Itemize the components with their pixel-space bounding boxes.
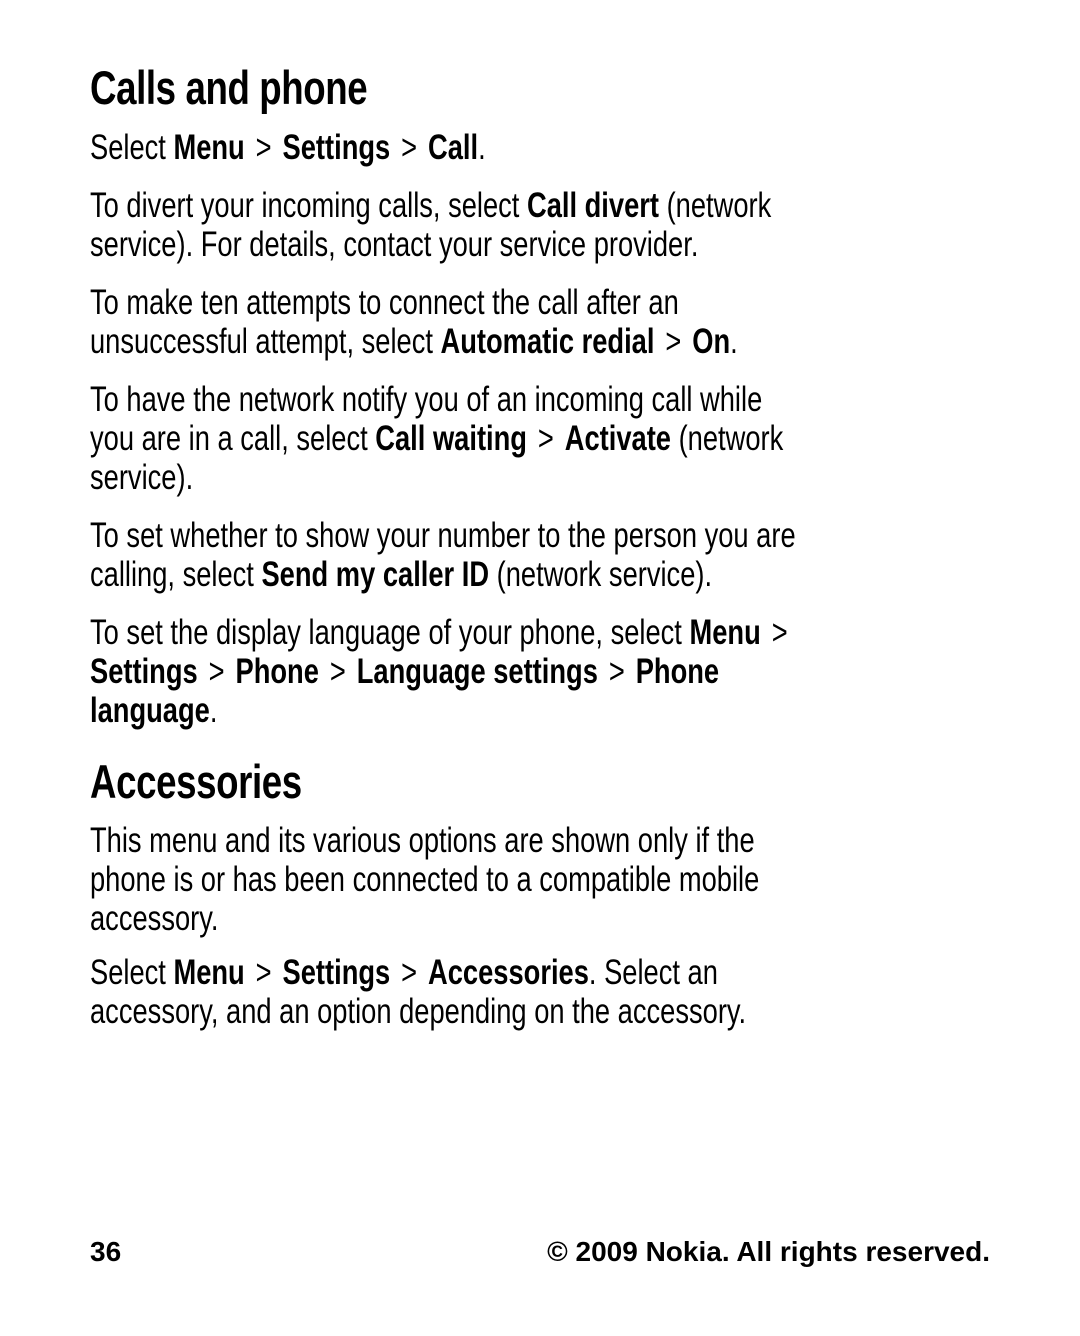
section-title-accessories: Accessories: [90, 755, 302, 808]
text-line: Select Menu > Settings > Call.: [90, 128, 486, 167]
paragraph: To have the network notify you of an inc…: [90, 380, 783, 497]
menu-command-label: Automatic redial: [440, 322, 655, 361]
paragraph: To set the display language of your phon…: [90, 613, 799, 730]
menu-command-label: Call divert: [526, 186, 659, 225]
paragraph: To set whether to show your number to th…: [90, 516, 796, 594]
menu-path-separator: >: [208, 652, 225, 691]
text-line: service).: [90, 458, 783, 497]
body-text: This menu and its various options are sh…: [90, 821, 755, 860]
menu-command-label: Settings: [282, 953, 391, 992]
menu-command-label: language: [90, 691, 210, 730]
text-line: service). For details, contact your serv…: [90, 225, 771, 264]
body-text: To have the network notify you of an inc…: [90, 380, 763, 419]
menu-command-label: Menu: [173, 953, 245, 992]
page-number: 36: [90, 1236, 122, 1267]
paragraph: To divert your incoming calls, select Ca…: [90, 186, 771, 264]
body-text: you are in a call, select: [90, 419, 376, 458]
menu-command-label: Menu: [689, 613, 761, 652]
body-text: calling, select: [90, 555, 262, 594]
menu-command-label: Settings: [282, 128, 391, 167]
body-text: unsuccessful attempt, select: [90, 322, 441, 361]
body-text: (network: [658, 186, 772, 225]
paragraph: This menu and its various options are sh…: [90, 821, 759, 938]
text-line: phone is or has been connected to a comp…: [90, 860, 759, 899]
menu-path-separator: >: [255, 128, 272, 167]
menu-path-separator: >: [401, 953, 418, 992]
text-line: To divert your incoming calls, select Ca…: [90, 186, 771, 225]
text-line: language.: [90, 691, 799, 730]
body-text: To divert your incoming calls, select: [90, 186, 527, 225]
body-text: Select: [90, 953, 174, 992]
text-line: To set the display language of your phon…: [90, 613, 799, 652]
body-text: accessory.: [90, 899, 219, 938]
body-text: (network: [670, 419, 784, 458]
body-text: . Select an: [588, 953, 718, 992]
menu-command-label: On: [692, 322, 731, 361]
text-line: To make ten attempts to connect the call…: [90, 283, 738, 322]
text-line: accessory, and an option depending on th…: [90, 992, 746, 1031]
menu-command-label: Menu: [173, 128, 245, 167]
text-line: you are in a call, select Call waiting > A…: [90, 419, 783, 458]
menu-path-separator: >: [665, 322, 682, 361]
body-text: service). For details, contact your serv…: [90, 225, 699, 264]
section-title-calls-and-phone: Calls and phone: [90, 61, 368, 114]
menu-command-label: Activate: [564, 419, 671, 458]
body-text: .: [209, 691, 218, 730]
text-line: calling, select Send my caller ID (netwo…: [90, 555, 796, 594]
text-line: To set whether to show your number to th…: [90, 516, 796, 555]
body-text: accessory, and an option depending on th…: [90, 992, 747, 1031]
body-text: To make ten attempts to connect the call…: [90, 283, 679, 322]
text-line: Select Menu > Settings > Accessories. Select…: [90, 953, 746, 992]
body-text: phone is or has been connected to a comp…: [90, 860, 760, 899]
menu-path-separator: >: [537, 419, 554, 458]
menu-path-separator: >: [329, 652, 346, 691]
menu-path-separator: >: [771, 613, 788, 652]
menu-command-label: Phone: [635, 652, 720, 691]
body-text: .: [730, 322, 738, 361]
body-text: service).: [90, 458, 194, 497]
text-line: To have the network notify you of an inc…: [90, 380, 783, 419]
copyright-notice: © 2009 Nokia. All rights reserved.: [547, 1236, 990, 1267]
menu-command-label: Phone: [235, 652, 319, 691]
paragraph: To make ten attempts to connect the call…: [90, 283, 738, 361]
paragraph: Select Menu > Settings > Call.: [90, 128, 486, 167]
body-text: To set whether to show your number to th…: [90, 516, 796, 555]
menu-command-label: Settings: [90, 652, 198, 691]
menu-path-separator: >: [608, 652, 625, 691]
body-text: To set the display language of your phon…: [90, 613, 690, 652]
menu-command-label: Language settings: [356, 652, 598, 691]
menu-command-label: Accessories: [428, 953, 589, 992]
menu-command-label: Send my caller ID: [261, 555, 490, 594]
menu-command-label: Call waiting: [375, 419, 527, 458]
body-text: Select: [90, 128, 174, 167]
text-line: accessory.: [90, 899, 759, 938]
text-line: This menu and its various options are sh…: [90, 821, 759, 860]
text-line: unsuccessful attempt, select Automatic r…: [90, 322, 738, 361]
body-text: .: [478, 128, 486, 167]
menu-path-separator: >: [255, 953, 272, 992]
paragraph: Select Menu > Settings > Accessories. Select…: [90, 953, 746, 1031]
text-line: Settings > Phone > Language settings > Phone: [90, 652, 799, 691]
menu-command-label: Call: [428, 128, 479, 167]
menu-path-separator: >: [401, 128, 418, 167]
body-text: (network service).: [489, 555, 713, 594]
